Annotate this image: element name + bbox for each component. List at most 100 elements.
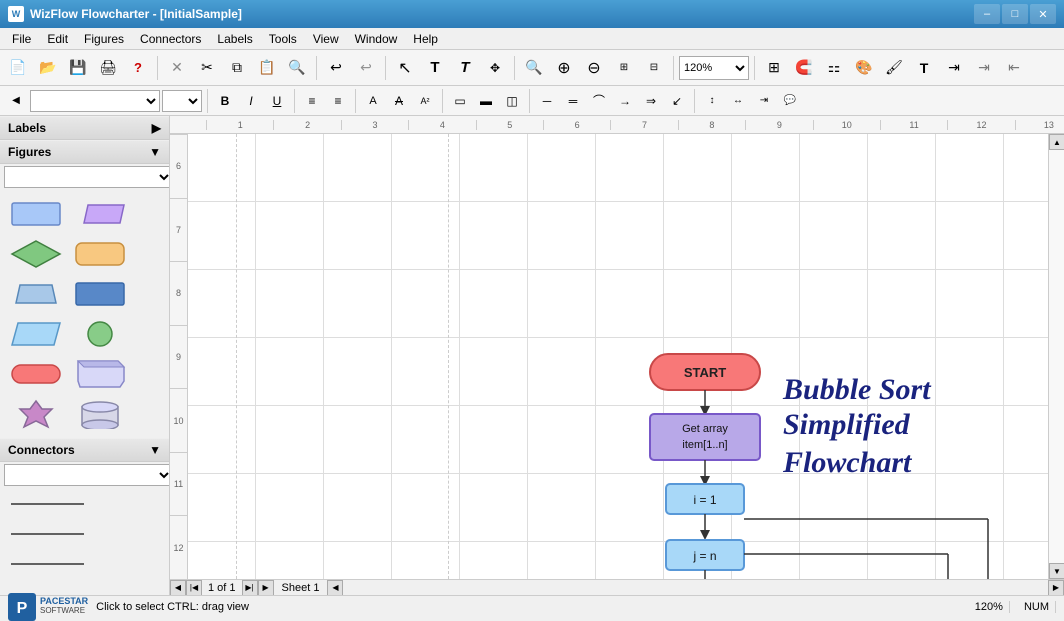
import-button[interactable]: ⇥ — [940, 54, 968, 82]
nav-start-button[interactable]: |◀ — [186, 580, 202, 596]
scroll-track-v[interactable] — [1049, 150, 1064, 563]
zoom-dropdown[interactable]: 120% 50% 75% 100% 150% 200% — [679, 56, 749, 80]
shape-terminal[interactable] — [6, 356, 66, 392]
nav-end-button[interactable]: ▶| — [242, 580, 258, 596]
menu-view[interactable]: View — [305, 30, 347, 48]
align-left-button[interactable]: ≡ — [300, 89, 324, 113]
move-button[interactable]: ✥ — [481, 54, 509, 82]
find-button[interactable]: 🔍 — [283, 54, 311, 82]
shape-3dbox[interactable] — [70, 356, 130, 392]
connector-arrow-right2[interactable] — [10, 524, 85, 544]
zoom-in-button[interactable]: 🔍 — [520, 54, 548, 82]
shape-parallelogram[interactable] — [70, 196, 130, 232]
spacing2-button[interactable]: ↔ — [726, 89, 750, 113]
undo-button[interactable]: ↩ — [322, 54, 350, 82]
line-end-button[interactable]: ⇒ — [639, 89, 663, 113]
align-button[interactable]: ⚏ — [820, 54, 848, 82]
labels-header[interactable]: Labels ▶ — [0, 116, 169, 140]
menu-help[interactable]: Help — [405, 30, 446, 48]
textformat-button[interactable]: T — [910, 54, 938, 82]
figures-header[interactable]: Figures ▼ — [0, 140, 169, 164]
shape-trapezoid[interactable] — [6, 276, 66, 312]
line-curve-button[interactable]: ⌒ — [587, 89, 611, 113]
zoom-actual-button[interactable]: ⊟ — [640, 54, 668, 82]
shape-cylinder[interactable] — [70, 396, 130, 432]
text-button[interactable]: T — [421, 54, 449, 82]
underline-button[interactable]: U — [265, 89, 289, 113]
text2-button[interactable]: T — [451, 54, 479, 82]
paste-button[interactable]: 📋 — [253, 54, 281, 82]
zoom-minus-button[interactable]: ⊖ — [580, 54, 608, 82]
bold-button[interactable]: B — [213, 89, 237, 113]
delete-button[interactable]: ✕ — [163, 54, 191, 82]
menu-edit[interactable]: Edit — [39, 30, 76, 48]
shape-diamond[interactable] — [6, 236, 66, 272]
zoom-fit-button[interactable]: ⊞ — [610, 54, 638, 82]
shape-skewed[interactable] — [6, 316, 66, 352]
connectors-header[interactable]: Connectors ▼ — [0, 438, 169, 462]
cut-button[interactable]: ✂ — [193, 54, 221, 82]
menu-connectors[interactable]: Connectors — [132, 30, 209, 48]
snap-button[interactable]: 🧲 — [790, 54, 818, 82]
new-button[interactable]: 📄 — [4, 54, 32, 82]
line-style2-button[interactable]: ═ — [561, 89, 585, 113]
border-button[interactable]: ▭ — [448, 89, 472, 113]
line-style-button[interactable]: ─ — [535, 89, 559, 113]
connector-arrow-right[interactable] — [10, 494, 85, 514]
grid-button[interactable]: ⊞ — [760, 54, 788, 82]
figures-dropdown[interactable] — [4, 166, 170, 188]
copy-button[interactable]: ⧉ — [223, 54, 251, 82]
line-start-button[interactable]: ↙ — [665, 89, 689, 113]
font-color-button[interactable]: A — [361, 89, 385, 113]
menu-labels[interactable]: Labels — [209, 30, 260, 48]
menu-window[interactable]: Window — [347, 30, 406, 48]
save-button[interactable]: 💾 — [64, 54, 92, 82]
style-button[interactable]: 🎨 — [850, 54, 878, 82]
size-select[interactable]: 8101214 — [162, 90, 202, 112]
tb2-btn1[interactable]: ◀ — [4, 89, 28, 113]
line-arrow-button[interactable]: → — [613, 89, 637, 113]
scrollbar-horizontal[interactable]: ◀ |◀ 1 of 1 ▶| ▶ Sheet 1 ◀ ▶ — [170, 579, 1064, 595]
select-button[interactable]: ↖ — [391, 54, 419, 82]
help-button[interactable]: ? — [124, 54, 152, 82]
sheet-scroll-left[interactable]: ◀ — [327, 580, 343, 596]
fill-button[interactable]: ▬ — [474, 89, 498, 113]
zoom-plus-button[interactable]: ⊕ — [550, 54, 578, 82]
minimize-button[interactable]: – — [974, 4, 1000, 24]
spacing-button[interactable]: ↕ — [700, 89, 724, 113]
align-center-button[interactable]: ≡ — [326, 89, 350, 113]
shape-rect-dark[interactable] — [70, 276, 130, 312]
scroll-up-button[interactable]: ▲ — [1049, 134, 1064, 150]
export-button[interactable]: ⇥ — [970, 54, 998, 82]
menu-figures[interactable]: Figures — [76, 30, 132, 48]
redo-button[interactable]: ↩ — [352, 54, 380, 82]
print-button[interactable]: 🖨 — [94, 54, 122, 82]
strikethrough-button[interactable]: A — [387, 89, 411, 113]
connectors-dropdown[interactable] — [4, 464, 170, 486]
scroll-right-btn[interactable]: ▶ — [258, 580, 274, 596]
font-select[interactable]: Arial Times New Roman — [30, 90, 160, 112]
shape-rounded-rect[interactable] — [70, 236, 130, 272]
color-button[interactable]: 🖌 — [880, 54, 908, 82]
getarray-node[interactable] — [650, 414, 760, 460]
open-button[interactable]: 📂 — [34, 54, 62, 82]
scrollbar-vertical[interactable]: ▲ ▼ — [1048, 134, 1064, 579]
comment-button[interactable]: 💬 — [778, 89, 802, 113]
menu-tools[interactable]: Tools — [261, 30, 305, 48]
shadow-button[interactable]: ◫ — [500, 89, 524, 113]
export2-button[interactable]: ⇤ — [1000, 54, 1028, 82]
shape-badge[interactable] — [6, 396, 66, 432]
sheet-scroll-right[interactable]: ▶ — [1048, 580, 1064, 596]
menu-file[interactable]: File — [4, 30, 39, 48]
shape-rectangle[interactable] — [6, 196, 66, 232]
maximize-button[interactable]: □ — [1002, 4, 1028, 24]
close-button[interactable]: ✕ — [1030, 4, 1056, 24]
scroll-left-button[interactable]: ◀ — [170, 580, 186, 596]
scroll-down-button[interactable]: ▼ — [1049, 563, 1064, 579]
italic-button[interactable]: I — [239, 89, 263, 113]
connector-simple[interactable] — [10, 554, 85, 574]
canvas[interactable]: Bubble Sort Simplified Flowchart START G… — [188, 134, 1048, 579]
superscript-button[interactable]: A² — [413, 89, 437, 113]
indent-button[interactable]: ⇥ — [752, 89, 776, 113]
shape-circle[interactable] — [70, 316, 130, 352]
